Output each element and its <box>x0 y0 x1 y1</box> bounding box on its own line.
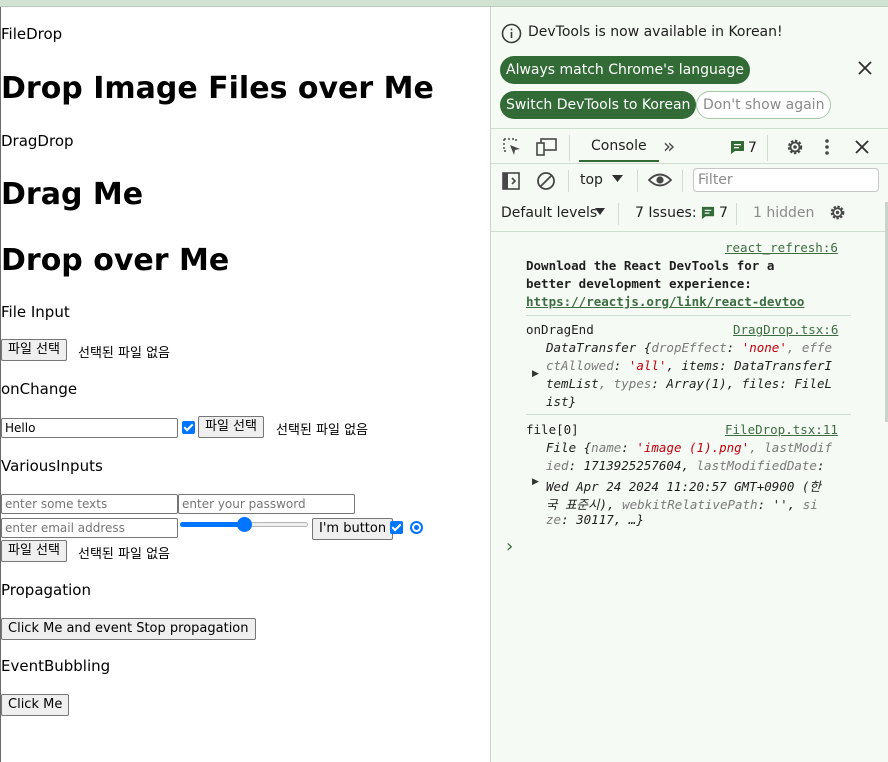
issues-label[interactable]: 7 Issues: <box>635 205 697 221</box>
drag-me-heading[interactable]: Drag Me <box>1 177 143 212</box>
file-input-label: File Input <box>1 303 70 321</box>
toolbar-separator <box>569 135 570 161</box>
range-fill <box>180 522 244 527</box>
messages-count: 7 <box>748 140 757 156</box>
filedrop-drop-zone[interactable]: Drop Image Files over Me <box>1 71 434 106</box>
toolbar-separator <box>637 170 638 192</box>
context-selector[interactable]: top <box>580 172 603 188</box>
dragdrop-label: DragDrop <box>1 132 74 150</box>
tab-console[interactable]: Console <box>591 138 647 154</box>
onchange-label: onChange <box>1 380 78 398</box>
object-preview-line: Wed Apr 24 2024 11:20:57 GMT+0900 (한 <box>546 479 821 494</box>
object-preview-line: 국 표준시), webkitRelativePath: '', si <box>546 497 818 512</box>
object-preview-line: ze: 30117, …} <box>546 512 644 527</box>
various-radio[interactable] <box>410 521 423 534</box>
click-me-button[interactable]: Click Me <box>1 694 70 716</box>
toolbar-separator <box>568 170 569 192</box>
console-message-text: Download the React DevTools for a <box>526 258 775 273</box>
object-preview-line: File {name: 'image (1).png', lastModif <box>546 440 833 455</box>
range-thumb[interactable] <box>236 517 252 532</box>
onchange-file-button[interactable]: 파일 선택 <box>198 416 264 438</box>
kebab-menu-icon[interactable] <box>824 138 830 156</box>
object-preview-line: ied: 1713925257604, lastModifiedDate: <box>546 458 825 473</box>
issues-count: 7 <box>719 205 728 221</box>
sidebar-toggle-icon[interactable] <box>502 172 520 190</box>
console-message-source[interactable]: react_refresh:6 <box>725 240 838 255</box>
expand-object-icon[interactable]: ▶ <box>532 369 539 379</box>
toolbar-separator <box>618 203 619 225</box>
text-input[interactable]: enter some texts <box>1 494 178 514</box>
console-log-label: onDragEnd <box>526 322 594 337</box>
console-filter-input[interactable]: Filter <box>693 168 879 192</box>
stop-propagation-button[interactable]: Click Me and event Stop propagation <box>1 618 256 640</box>
always-match-language-button[interactable]: Always match Chrome's language <box>500 56 750 84</box>
file-input-choose-button[interactable]: 파일 선택 <box>1 339 67 361</box>
console-message-source[interactable]: DragDrop.tsx:6 <box>733 322 838 337</box>
browser-top-strip <box>0 0 888 7</box>
language-banner-text: DevTools is now available in Korean! <box>528 24 783 40</box>
devtools-panel: DevTools is now available in Korean! Alw… <box>491 7 888 762</box>
issues-message-icon[interactable] <box>701 206 715 220</box>
filedrop-label: FileDrop <box>1 25 63 43</box>
onchange-text-input[interactable]: Hello <box>1 418 178 438</box>
settings-gear-icon[interactable] <box>785 137 805 157</box>
inspect-element-icon[interactable] <box>502 137 522 157</box>
propagation-label: Propagation <box>1 581 91 599</box>
console-message-text: better development experience: <box>526 276 752 291</box>
onchange-checkbox[interactable] <box>182 421 195 434</box>
various-inputs-label: VariousInputs <box>1 457 103 475</box>
default-levels-dropdown[interactable]: Default levels <box>501 205 597 221</box>
messages-icon[interactable] <box>730 140 745 155</box>
various-file-status: 선택된 파일 없음 <box>78 547 170 562</box>
console-message-link[interactable]: https://reactjs.org/link/react-devtoo <box>526 294 851 309</box>
various-file-button[interactable]: 파일 선택 <box>1 540 67 562</box>
info-icon <box>501 23 522 44</box>
dont-show-again-button[interactable]: Don't show again <box>696 91 832 119</box>
console-message-source[interactable]: FileDrop.tsx:11 <box>725 422 838 437</box>
email-input[interactable]: enter email address <box>1 518 178 538</box>
drop-over-me-heading[interactable]: Drop over Me <box>1 243 229 278</box>
console-toolbar-divider <box>491 231 888 232</box>
toolbar-separator <box>736 203 737 225</box>
im-button[interactable]: I'm button <box>312 518 394 540</box>
device-toolbar-icon[interactable] <box>536 137 558 157</box>
various-checkbox[interactable] <box>390 521 403 534</box>
object-preview-line: DataTransfer {dropEffect: 'none', effe <box>546 340 833 355</box>
toolbar-separator <box>767 135 768 161</box>
console-log-label: file[0] <box>526 422 579 437</box>
expand-object-icon[interactable]: ▶ <box>532 477 539 487</box>
file-input-status: 선택된 파일 없음 <box>78 346 170 361</box>
context-dropdown-icon[interactable] <box>612 175 623 183</box>
range-slider[interactable] <box>180 516 308 532</box>
object-preview-line: ist} <box>546 394 577 409</box>
toolbar-divider <box>491 163 888 164</box>
onchange-file-status: 선택된 파일 없음 <box>276 423 368 438</box>
clear-console-icon[interactable] <box>536 171 556 191</box>
switch-to-korean-button[interactable]: Switch DevTools to Korean <box>500 91 697 119</box>
object-preview-line: temList, types: Array(1), files: FileL <box>546 376 832 391</box>
live-expression-eye-icon[interactable] <box>648 172 672 188</box>
toolbar-separator <box>682 170 683 192</box>
tab-console-indicator <box>579 160 659 162</box>
banner-divider <box>491 128 888 129</box>
password-input[interactable]: enter your password <box>178 494 355 514</box>
page-content: FileDrop Drop Image Files over Me DragDr… <box>1 7 490 762</box>
console-message-divider <box>526 414 851 415</box>
object-preview-line: ctAllowed: 'all', items: DataTransferI <box>546 358 833 373</box>
console-prompt-icon[interactable]: › <box>506 536 513 557</box>
event-bubbling-label: EventBubbling <box>1 657 111 675</box>
hidden-count: 1 hidden <box>753 205 815 221</box>
close-devtools-icon[interactable] <box>855 140 869 154</box>
more-tabs-icon[interactable]: » <box>663 134 675 158</box>
console-message-divider <box>526 315 851 316</box>
close-banner-icon[interactable] <box>858 61 872 75</box>
levels-dropdown-icon[interactable] <box>595 208 605 216</box>
console-settings-gear-icon[interactable] <box>828 203 847 222</box>
